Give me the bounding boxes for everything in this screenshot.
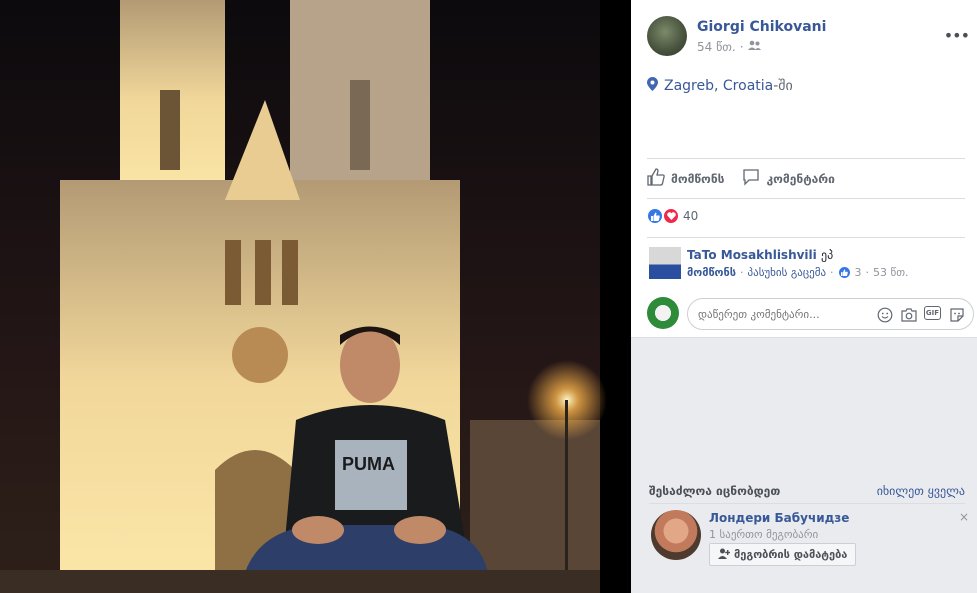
- love-reaction-icon: [663, 208, 679, 224]
- more-options-button[interactable]: •••: [944, 26, 970, 45]
- sticker-icon[interactable]: [948, 306, 965, 323]
- post-side-panel: Giorgi Chikovani 54 წთ. · ••• Zagreb, Cr…: [631, 0, 977, 593]
- comment-action-separator: ·: [740, 266, 744, 279]
- comment-bubble-icon: [742, 168, 760, 189]
- post-meta: 54 წთ. ·: [697, 40, 761, 54]
- add-friend-icon: [718, 548, 731, 562]
- pymk-divider: [649, 503, 965, 504]
- author-avatar[interactable]: [647, 16, 687, 56]
- comment-action-separator: ·: [830, 266, 834, 279]
- suggested-person-name[interactable]: Лондери Бабучидзе: [709, 511, 849, 525]
- actions-top-divider: [647, 158, 965, 159]
- like-label: მომწონს: [671, 171, 725, 186]
- comment-like-link[interactable]: მომწონს: [687, 266, 736, 279]
- post-photo[interactable]: PUMA: [0, 0, 631, 593]
- comment-time[interactable]: 53 წთ.: [873, 266, 909, 279]
- comment-composer[interactable]: GIF: [687, 298, 974, 330]
- dismiss-suggestion-close-icon[interactable]: ×: [959, 510, 969, 524]
- comment-text: TaTo Mosakhlishvili ეპ: [687, 248, 833, 262]
- post-time[interactable]: 54 წთ.: [697, 40, 736, 54]
- emoji-icon[interactable]: [876, 306, 893, 323]
- comment-like-icon: [837, 266, 851, 279]
- reactions-summary[interactable]: 40: [647, 208, 698, 224]
- svg-text:PUMA: PUMA: [342, 454, 395, 474]
- like-reaction-icon: [647, 208, 663, 224]
- thumbs-up-icon: [647, 168, 665, 189]
- current-user-avatar: [647, 297, 679, 329]
- photo-viewer: PUMA Giorgi Chikovani 54 წთ. · ••• Zagre…: [0, 0, 977, 593]
- location-suffix: -ში: [773, 78, 793, 94]
- location-link[interactable]: Zagreb, Croatia: [664, 78, 773, 94]
- friends-audience-icon[interactable]: [747, 40, 761, 54]
- comment-body: ეპ: [820, 248, 834, 262]
- comment-input[interactable]: [698, 308, 868, 321]
- post-actions: მომწონს კომენტარი: [647, 168, 835, 189]
- post-location: Zagreb, Croatia-ში: [647, 77, 793, 95]
- location-pin-icon: [647, 77, 658, 95]
- post-details: Giorgi Chikovani 54 წთ. · ••• Zagreb, Cr…: [631, 0, 977, 338]
- comment-label: კომენტარი: [766, 171, 835, 186]
- comment-reply-link[interactable]: პასუხის გაცემა: [748, 266, 827, 279]
- like-button[interactable]: მომწონს: [647, 168, 724, 189]
- gif-icon[interactable]: GIF: [924, 306, 941, 320]
- pymk-title: შესაძლოა იცნობდეთ: [649, 484, 781, 498]
- commenter-avatar[interactable]: [649, 247, 681, 279]
- actions-bottom-divider: [647, 198, 965, 199]
- meta-separator: ·: [739, 40, 744, 54]
- reactions-count: 40: [683, 209, 699, 223]
- cathedral-photo-image: PUMA: [0, 0, 631, 593]
- comment-action-separator: ·: [865, 266, 870, 279]
- composer-icons: GIF: [876, 306, 965, 323]
- comment-button[interactable]: კომენტარი: [742, 168, 835, 189]
- comment-actions: მომწონს · პასუხის გაცემა · 3 · 53 წთ.: [687, 266, 909, 279]
- reactions-divider: [647, 237, 965, 238]
- comment-like-count[interactable]: 3: [855, 266, 862, 279]
- add-friend-button[interactable]: მეგობრის დამატება: [709, 543, 857, 566]
- camera-icon[interactable]: [900, 306, 917, 323]
- mutual-friends[interactable]: 1 საერთო მეგობარი: [709, 528, 818, 541]
- add-friend-label: მეგობრის დამატება: [734, 548, 848, 561]
- author-name[interactable]: Giorgi Chikovani: [697, 19, 826, 35]
- commenter-name[interactable]: TaTo Mosakhlishvili: [687, 248, 817, 262]
- see-all-link[interactable]: იხილეთ ყველა: [877, 484, 965, 498]
- suggested-person-avatar[interactable]: [651, 510, 701, 560]
